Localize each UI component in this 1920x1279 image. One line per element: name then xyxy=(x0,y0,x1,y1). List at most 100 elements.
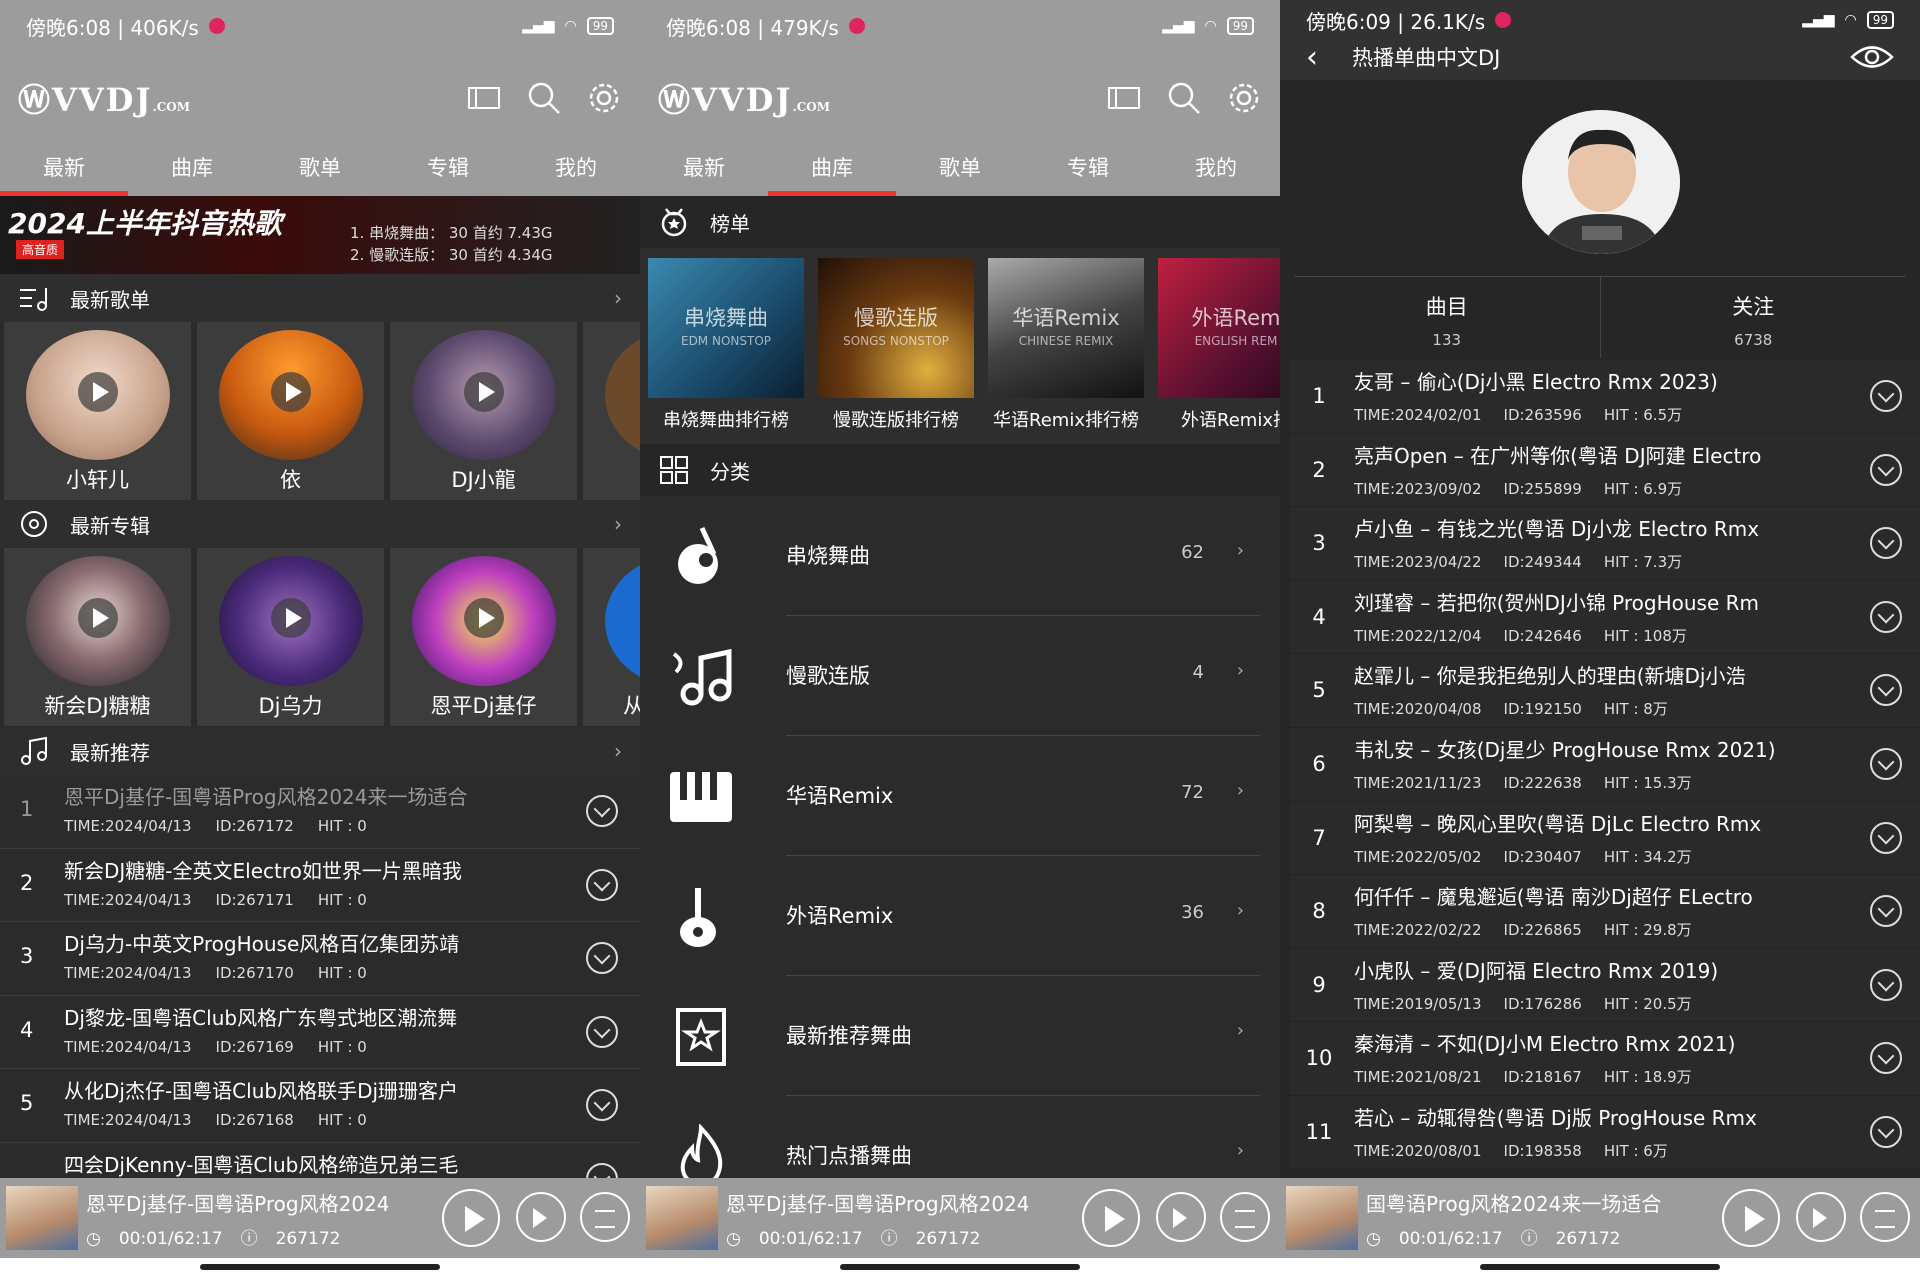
tab-albums[interactable]: 专辑 xyxy=(384,144,512,196)
tab-mine[interactable]: 我的 xyxy=(1152,144,1280,196)
playlist-tile[interactable]: DJ小龍 xyxy=(390,322,577,500)
queue-button[interactable] xyxy=(1220,1192,1270,1242)
table-row[interactable]: 10 秦海清 – 不如(DJ小M Electro Rmx 2021) TIME:20… xyxy=(1290,1022,1920,1096)
category-item[interactable]: 外语Remix 36 › xyxy=(640,856,1280,976)
playlist-tile[interactable]: 小轩儿 xyxy=(4,322,191,500)
section-latest-playlists[interactable]: 最新歌单 › xyxy=(0,274,640,322)
mini-player[interactable]: 国粤语Prog风格2024来一场适合 ◷ 00:01/62:17 ⓘ 267172 xyxy=(1280,1178,1920,1258)
search-icon[interactable] xyxy=(526,80,562,116)
list-item[interactable]: 3 Dj乌力-中英文ProgHouse风格百亿集团苏靖 TIME:2024/04/1… xyxy=(0,922,640,996)
table-row[interactable]: 11 若心 – 动辄得咎(粤语 Dj版 ProgHouse Rmx TIME:202… xyxy=(1290,1095,1920,1170)
play-icon[interactable] xyxy=(464,598,504,638)
home-indicator[interactable] xyxy=(0,1258,640,1279)
wifi-icon: ◠ xyxy=(564,18,577,34)
tab-latest[interactable]: 最新 xyxy=(0,144,128,196)
list-item[interactable]: 5 从化Dj杰仔-国粤语Club风格联手Dj珊珊客户 TIME:2024/04/13… xyxy=(0,1069,640,1143)
chevron-down-icon[interactable] xyxy=(1870,380,1902,412)
play-icon[interactable] xyxy=(271,598,311,638)
queue-button[interactable] xyxy=(1860,1192,1910,1242)
category-name: 最新推荐舞曲 xyxy=(786,1024,912,1048)
category-item[interactable]: 慢歌连版 4 › xyxy=(640,616,1280,736)
chevron-down-icon[interactable] xyxy=(586,942,618,974)
back-icon[interactable]: ‹ xyxy=(1306,40,1318,75)
play-icon[interactable] xyxy=(78,372,118,412)
list-item[interactable]: 2 新会DJ糖糖-全英文Electro如世界一片黑暗我 TIME:2024/04/1… xyxy=(0,848,640,922)
category-item[interactable]: 最新推荐舞曲 › xyxy=(640,976,1280,1096)
album-tile[interactable]: Dj乌力 xyxy=(197,548,384,726)
next-button[interactable] xyxy=(1796,1192,1846,1242)
promo-banner[interactable]: 2024上半年抖音热歌 高音质 1. 串烧舞曲： 30 首约 7.43G 2. … xyxy=(0,196,640,274)
play-button[interactable] xyxy=(442,1189,500,1247)
next-button[interactable] xyxy=(1156,1192,1206,1242)
category-item[interactable]: 华语Remix 72 › xyxy=(640,736,1280,856)
chart-card[interactable]: 慢歌连版 SONGS NONSTOP 慢歌连版排行榜 xyxy=(818,258,974,432)
playlist-tile[interactable]: 依 xyxy=(197,322,384,500)
table-row[interactable]: 1 友哥 – 偷心(Dj小黑 Electro Rmx 2023) TIME:2024… xyxy=(1290,360,1920,434)
table-row[interactable]: 6 韦礼安 – 女孩(Dj星少 ProgHouse Rmx 2021) TIME:2… xyxy=(1290,727,1920,802)
tab-playlists[interactable]: 歌单 xyxy=(896,144,1024,196)
table-row[interactable]: 9 小虎队 – 爱(DJ阿福 Electro Rmx 2019) TIME:2019… xyxy=(1290,948,1920,1023)
chevron-down-icon[interactable] xyxy=(1870,674,1902,707)
screen-icon[interactable] xyxy=(1106,80,1142,116)
chevron-down-icon[interactable] xyxy=(586,795,618,827)
tab-mine[interactable]: 我的 xyxy=(512,144,640,196)
chevron-down-icon[interactable] xyxy=(1870,821,1902,854)
playlist-tile[interactable] xyxy=(583,322,640,500)
eye-icon[interactable] xyxy=(1850,42,1894,72)
section-latest-albums[interactable]: 最新专辑 › xyxy=(0,500,640,548)
song-title: 阿梨粤 – 晚风心里吹(粤语 DjLc Electro Rmx xyxy=(1354,811,1762,836)
play-icon[interactable] xyxy=(464,372,504,412)
play-button[interactable] xyxy=(1722,1189,1780,1247)
table-row[interactable]: 3 卢小鱼 – 有钱之光(粤语 Dj小龙 Electro Rmx TIME:2023… xyxy=(1290,507,1920,581)
queue-button[interactable] xyxy=(580,1192,630,1242)
album-tile[interactable]: 恩平Dj基仔 xyxy=(390,548,577,726)
category-item[interactable]: 串烧舞曲 62 › xyxy=(640,496,1280,616)
chevron-down-icon[interactable] xyxy=(586,1015,618,1048)
chart-card[interactable]: 华语Remix CHINESE REMIX 华语Remix排行榜 xyxy=(988,258,1144,432)
play-icon[interactable] xyxy=(271,372,311,412)
chart-card[interactable]: 串烧舞曲 EDM NONSTOP 串烧舞曲排行榜 xyxy=(648,258,804,432)
list-item[interactable]: 4 Dj黎龙-国粤语Club风格广东粤式地区潮流舞 TIME:2024/04/13 I… xyxy=(0,995,640,1069)
tab-albums[interactable]: 专辑 xyxy=(1024,144,1152,196)
gear-icon[interactable] xyxy=(1226,80,1262,116)
stat-tracks[interactable]: 曲目 133 xyxy=(1294,277,1601,358)
stat-follow[interactable]: 关注 6738 xyxy=(1601,277,1907,358)
chevron-down-icon[interactable] xyxy=(1870,747,1902,780)
tab-library[interactable]: 曲库 xyxy=(768,144,896,196)
chart-row: 串烧舞曲 EDM NONSTOP 串烧舞曲排行榜 慢歌连版 SONGS NONSTOP… xyxy=(640,248,1280,444)
section-latest-recommend[interactable]: 最新推荐 › xyxy=(0,727,640,775)
chevron-down-icon[interactable] xyxy=(586,1089,618,1121)
album-tile[interactable]: 从 xyxy=(583,548,640,726)
chevron-down-icon[interactable] xyxy=(586,868,618,901)
mini-player[interactable]: 恩平Dj基仔-国粤语Prog风格2024 ◷ 00:01/62:17 ⓘ 267172 xyxy=(640,1178,1280,1258)
search-icon[interactable] xyxy=(1166,80,1202,116)
gear-icon[interactable] xyxy=(586,80,622,116)
table-row[interactable]: 5 赵霏儿 – 你是我拒绝别人的理由(新塘Dj小浩 TIME:2020/04/08 I… xyxy=(1290,654,1920,728)
table-row[interactable]: 4 刘瑾睿 – 若把你(贺州DJ小锦 ProgHouse Rm TIME:2022/… xyxy=(1290,580,1920,655)
tab-playlists[interactable]: 歌单 xyxy=(256,144,384,196)
tab-latest[interactable]: 最新 xyxy=(640,144,768,196)
song-title: 小虎队 – 爱(DJ阿福 Electro Rmx 2019) xyxy=(1354,958,1719,983)
chart-card[interactable]: 外语Rem ENGLISH REM 外语Remix排 xyxy=(1158,258,1280,432)
chevron-down-icon[interactable] xyxy=(1870,968,1902,1001)
play-icon[interactable] xyxy=(78,598,118,638)
home-indicator[interactable] xyxy=(640,1258,1280,1279)
chevron-down-icon[interactable] xyxy=(1870,600,1902,633)
play-button[interactable] xyxy=(1082,1189,1140,1247)
chevron-down-icon[interactable] xyxy=(1870,895,1902,928)
chevron-down-icon[interactable] xyxy=(1870,453,1902,486)
chevron-down-icon[interactable] xyxy=(1870,527,1902,560)
table-row[interactable]: 2 亮声Open – 在广州等你(粤语 DJ阿建 Electro TIME:2023… xyxy=(1290,433,1920,508)
next-button[interactable] xyxy=(516,1192,566,1242)
home-indicator[interactable] xyxy=(1280,1258,1920,1279)
album-tile[interactable]: 新会DJ糖糖 xyxy=(4,548,191,726)
chevron-down-icon[interactable] xyxy=(1870,1042,1902,1075)
table-row[interactable]: 7 阿梨粤 – 晚风心里吹(粤语 DjLc Electro Rmx TIME:202… xyxy=(1290,801,1920,876)
table-row[interactable]: 8 何仟仟 – 魔鬼邂逅(粤语 南沙Dj超仔 ELectro TIME:2022/0… xyxy=(1290,875,1920,949)
mini-player[interactable]: 恩平Dj基仔-国粤语Prog风格2024 ◷ 00:01/62:17 ⓘ 267172 xyxy=(0,1178,640,1258)
tab-library[interactable]: 曲库 xyxy=(128,144,256,196)
chevron-down-icon[interactable] xyxy=(1870,1115,1902,1148)
screen-icon[interactable] xyxy=(466,80,502,116)
clock-icon: ◷ xyxy=(1366,1229,1381,1249)
list-item[interactable]: 1 恩平Dj基仔-国粤语Prog风格2024来一场适合 TIME:2024/04/1… xyxy=(0,775,640,849)
